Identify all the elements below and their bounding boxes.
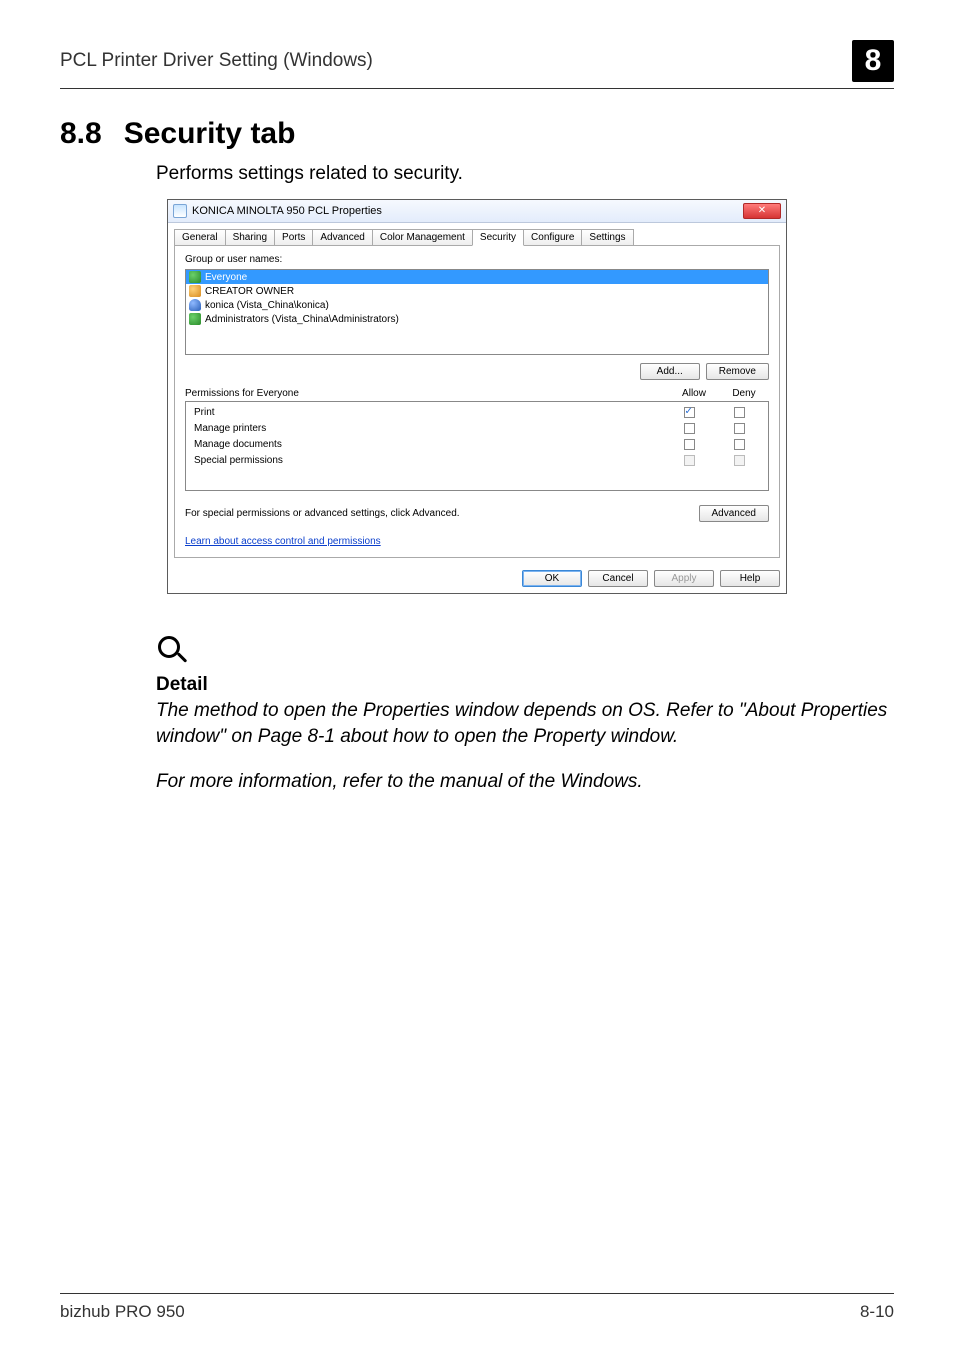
printer-icon: [173, 204, 187, 218]
tab-settings[interactable]: Settings: [581, 229, 633, 245]
deny-checkbox: [734, 455, 745, 466]
user-row[interactable]: CREATOR OWNER: [186, 284, 768, 298]
allow-checkbox[interactable]: [684, 439, 695, 450]
properties-dialog: KONICA MINOLTA 950 PCL Properties ✕ Gene…: [167, 199, 787, 594]
permission-row: Print: [190, 406, 764, 422]
chapter-number-box: 8: [852, 40, 894, 82]
apply-button[interactable]: Apply: [654, 570, 714, 587]
deny-checkbox[interactable]: [734, 423, 745, 434]
detail-paragraph-1: The method to open the Properties window…: [156, 698, 894, 749]
permission-row: Special permissions: [190, 454, 764, 470]
section-title: Security tab: [124, 117, 296, 151]
add-button[interactable]: Add...: [640, 363, 700, 380]
dialog-titlebar[interactable]: KONICA MINOLTA 950 PCL Properties ✕: [168, 200, 786, 223]
user-row[interactable]: Administrators (Vista_China\Administrato…: [186, 312, 768, 326]
user-name: konica (Vista_China\konica): [205, 300, 329, 311]
permission-label: Manage documents: [190, 439, 664, 453]
deny-checkbox[interactable]: [734, 439, 745, 450]
user-name: CREATOR OWNER: [205, 286, 294, 297]
footer-right: 8-10: [860, 1302, 894, 1322]
cancel-button[interactable]: Cancel: [588, 570, 648, 587]
tabs-row: GeneralSharingPortsAdvancedColor Managem…: [174, 229, 780, 245]
tab-sharing[interactable]: Sharing: [225, 229, 275, 245]
permission-label: Special permissions: [190, 455, 664, 469]
dialog-title: KONICA MINOLTA 950 PCL Properties: [192, 205, 743, 217]
deny-checkbox[interactable]: [734, 407, 745, 418]
intro-text: Performs settings related to security.: [156, 163, 894, 185]
allow-checkbox: [684, 455, 695, 466]
group-user-names-label: Group or user names:: [185, 254, 769, 265]
user-name: Everyone: [205, 272, 247, 283]
allow-column-header: Allow: [669, 388, 719, 399]
tab-security[interactable]: Security: [472, 229, 524, 246]
detail-paragraph-2: For more information, refer to the manua…: [156, 769, 894, 795]
remove-button[interactable]: Remove: [706, 363, 769, 380]
tab-configure[interactable]: Configure: [523, 229, 582, 245]
group-icon: [189, 313, 201, 325]
user-list[interactable]: Everyone CREATOR OWNER konica (Vista_China…: [185, 269, 769, 355]
page-header-title: PCL Printer Driver Setting (Windows): [60, 50, 852, 72]
tab-ports[interactable]: Ports: [274, 229, 313, 245]
tab-advanced[interactable]: Advanced: [312, 229, 372, 245]
ok-button[interactable]: OK: [522, 570, 582, 587]
permission-label: Manage printers: [190, 423, 664, 437]
user-row[interactable]: Everyone: [186, 270, 768, 284]
permission-row: Manage printers: [190, 422, 764, 438]
user-row[interactable]: konica (Vista_China\konica): [186, 298, 768, 312]
deny-column-header: Deny: [719, 388, 769, 399]
close-button[interactable]: ✕: [743, 203, 781, 219]
advanced-text: For special permissions or advanced sett…: [185, 508, 699, 519]
permissions-list: Print Manage printers Manage documents Spec…: [185, 401, 769, 491]
permission-row: Manage documents: [190, 438, 764, 454]
security-tab-panel: Group or user names: Everyone CREATOR OWN…: [174, 245, 780, 558]
magnifier-icon: [156, 634, 192, 670]
owner-icon: [189, 285, 201, 297]
tab-color-management[interactable]: Color Management: [372, 229, 473, 245]
group-icon: [189, 271, 201, 283]
permissions-header-label: Permissions for Everyone: [185, 388, 669, 399]
advanced-button[interactable]: Advanced: [699, 505, 769, 522]
user-icon: [189, 299, 201, 311]
detail-heading: Detail: [156, 674, 894, 696]
allow-checkbox[interactable]: [684, 407, 695, 418]
help-button[interactable]: Help: [720, 570, 780, 587]
permission-label: Print: [190, 407, 664, 421]
footer-left: bizhub PRO 950: [60, 1302, 185, 1322]
learn-link[interactable]: Learn about access control and permissio…: [185, 536, 381, 547]
allow-checkbox[interactable]: [684, 423, 695, 434]
user-name: Administrators (Vista_China\Administrato…: [205, 314, 399, 325]
section-number: 8.8: [60, 117, 102, 151]
tab-general[interactable]: General: [174, 229, 226, 245]
